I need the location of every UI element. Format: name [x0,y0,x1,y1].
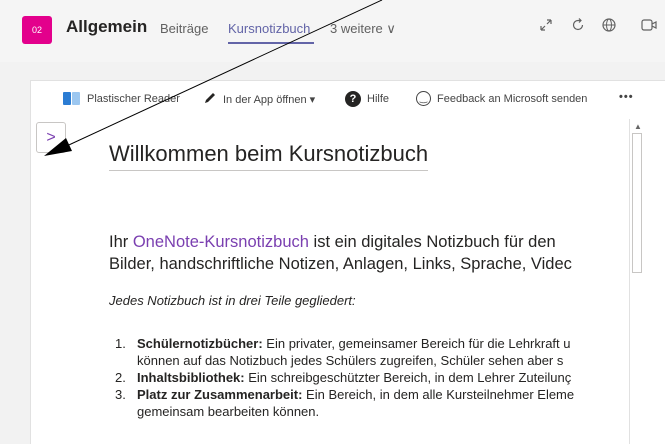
list-term: Inhaltsbibliothek: [137,370,245,385]
list-text: Ein schreibgeschützter Bereich, in dem L… [244,370,572,385]
intro-rest: ist ein digitales Notizbuch für den [308,233,556,251]
intro-line-2: Bilder, handschriftliche Notizen, Anlage… [109,255,572,273]
list-term: Schülernotizbücher: [137,336,263,351]
scroll-up-arrow-icon[interactable]: ▲ [634,122,642,131]
teams-header: 02 Allgemein Beiträge Kursnotizbuch 3 we… [0,0,665,62]
list-number: 1. [115,336,126,351]
team-avatar[interactable]: 02 [22,16,52,44]
meet-icon[interactable] [640,17,658,39]
intro-paragraph: Ihr OneNote-Kursnotizbuch ist ein digita… [109,231,629,275]
globe-icon[interactable] [601,17,617,39]
refresh-icon[interactable] [570,17,586,39]
page-title[interactable]: Willkommen beim Kursnotizbuch [109,141,429,171]
tab-more[interactable]: 3 weitere ∨ [330,21,396,37]
list-text: Ein Bereich, in dem alle Kursteilnehmer … [302,387,575,402]
notebook-parts-list: 1. Schülernotizbücher: Ein privater, gem… [115,335,629,420]
notebook-parts-heading: Jedes Notizbuch ist in drei Teile geglie… [109,293,356,308]
list-item: 1. Schülernotizbücher: Ein privater, gem… [115,335,629,369]
onenote-frame: Plastischer Reader In der App öffnen ▾ ?… [30,80,665,444]
list-continuation: können auf das Notizbuch jedes Schülers … [137,353,564,368]
onenote-class-notebook-link[interactable]: OneNote-Kursnotizbuch [133,233,309,251]
intro-prefix: Ihr [109,233,133,251]
list-number: 3. [115,387,126,402]
active-tab-indicator [228,42,314,44]
tab-kursnotizbuch[interactable]: Kursnotizbuch [228,21,310,36]
expand-navigation-button[interactable]: > [36,122,66,153]
tab-beitraege[interactable]: Beiträge [160,21,208,36]
list-number: 2. [115,370,126,385]
list-item: 2. Inhaltsbibliothek: Ein schreibgeschüt… [115,369,629,386]
chevron-right-icon: > [46,128,56,146]
channel-name: Allgemein [66,17,148,36]
scrollbar-thumb[interactable] [632,133,642,273]
page-canvas[interactable]: > Willkommen beim Kursnotizbuch Ihr OneN… [31,81,629,444]
list-text: Ein privater, gemeinsamer Bereich für di… [262,336,571,351]
list-term: Platz zur Zusammenarbeit: [137,387,303,402]
expand-icon[interactable] [538,17,554,39]
list-continuation: gemeinsam bearbeiten können. [137,404,320,419]
list-item: 3. Platz zur Zusammenarbeit: Ein Bereich… [115,386,629,420]
